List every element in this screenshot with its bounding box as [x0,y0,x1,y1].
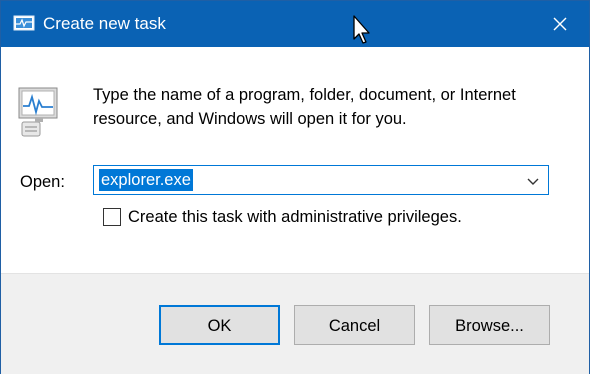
run-program-icon [17,82,65,140]
open-combobox[interactable]: explorer.exe [93,165,549,195]
create-new-task-dialog: Create new task Type the name of a progr… [0,0,590,374]
cancel-button[interactable]: Cancel [294,305,415,345]
browse-button[interactable]: Browse... [429,305,550,345]
close-button[interactable] [531,1,589,47]
open-input[interactable]: explorer.exe [99,169,193,191]
mouse-cursor-icon [353,15,370,44]
dialog-description: Type the name of a program, folder, docu… [93,86,516,128]
title-bar[interactable]: Create new task [1,1,589,47]
admin-privileges-checkbox[interactable] [103,208,121,226]
ok-button[interactable]: OK [159,305,280,345]
open-label: Open: [20,173,65,191]
task-manager-icon [13,15,35,31]
close-icon [553,17,567,31]
window-title: Create new task [43,14,166,33]
admin-privileges-label[interactable]: Create this task with administrative pri… [128,206,462,228]
chevron-down-icon[interactable] [524,172,542,190]
